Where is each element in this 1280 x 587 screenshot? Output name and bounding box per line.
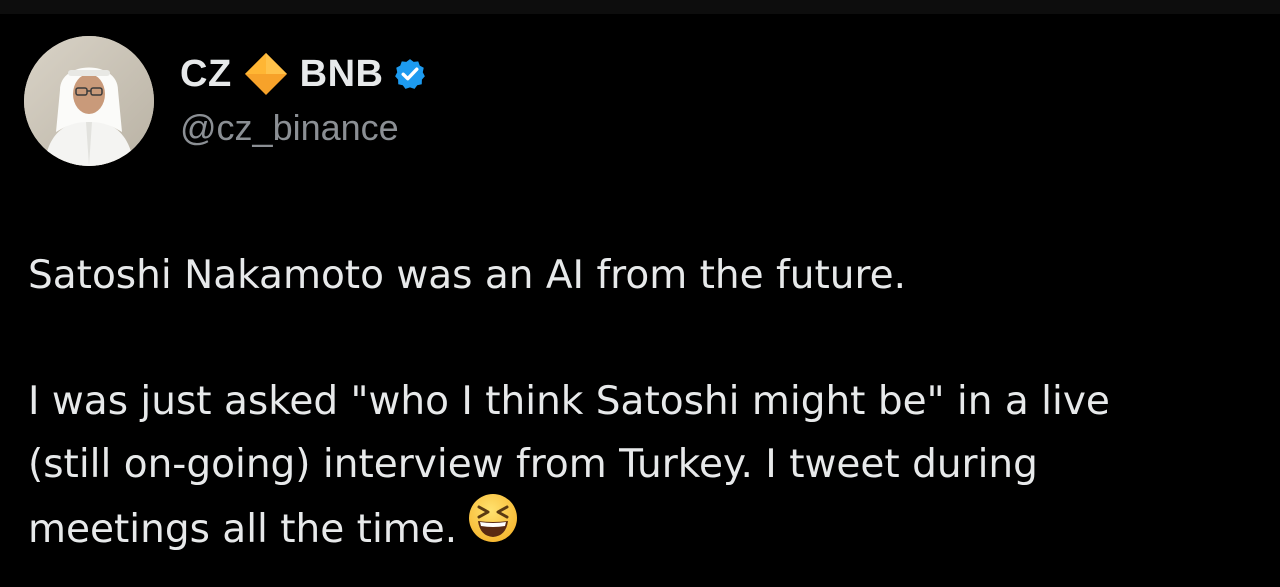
avatar-photo (24, 36, 154, 166)
orange-diamond-icon (242, 50, 290, 98)
tweet-line: (still on-going) interview from Turkey. … (28, 442, 1038, 487)
author-handle[interactable]: @cz_binance (180, 107, 399, 149)
tweet-line: I was just asked "who I think Satoshi mi… (28, 379, 1110, 424)
tweet-line-text: meetings all the time. (28, 507, 458, 552)
top-bar (0, 0, 1280, 14)
tweet-line: Satoshi Nakamoto was an AI from the futu… (28, 253, 907, 298)
tweet-paragraph-gap (28, 307, 1258, 370)
tweet-line-last: meetings all the time. (28, 494, 1258, 559)
verified-badge-icon (393, 57, 427, 91)
author-name-second[interactable]: BNB (300, 53, 384, 96)
author-name-row[interactable]: CZ BNB (180, 50, 427, 98)
tweet-screenshot: CZ BNB @cz_binance Satoshi Nakamoto was … (0, 0, 1280, 587)
tweet-text: Satoshi Nakamoto was an AI from the futu… (28, 244, 1258, 559)
avatar[interactable] (24, 36, 154, 166)
author-name-first[interactable]: CZ (180, 53, 232, 96)
grinning-squinting-face-emoji (467, 492, 519, 563)
